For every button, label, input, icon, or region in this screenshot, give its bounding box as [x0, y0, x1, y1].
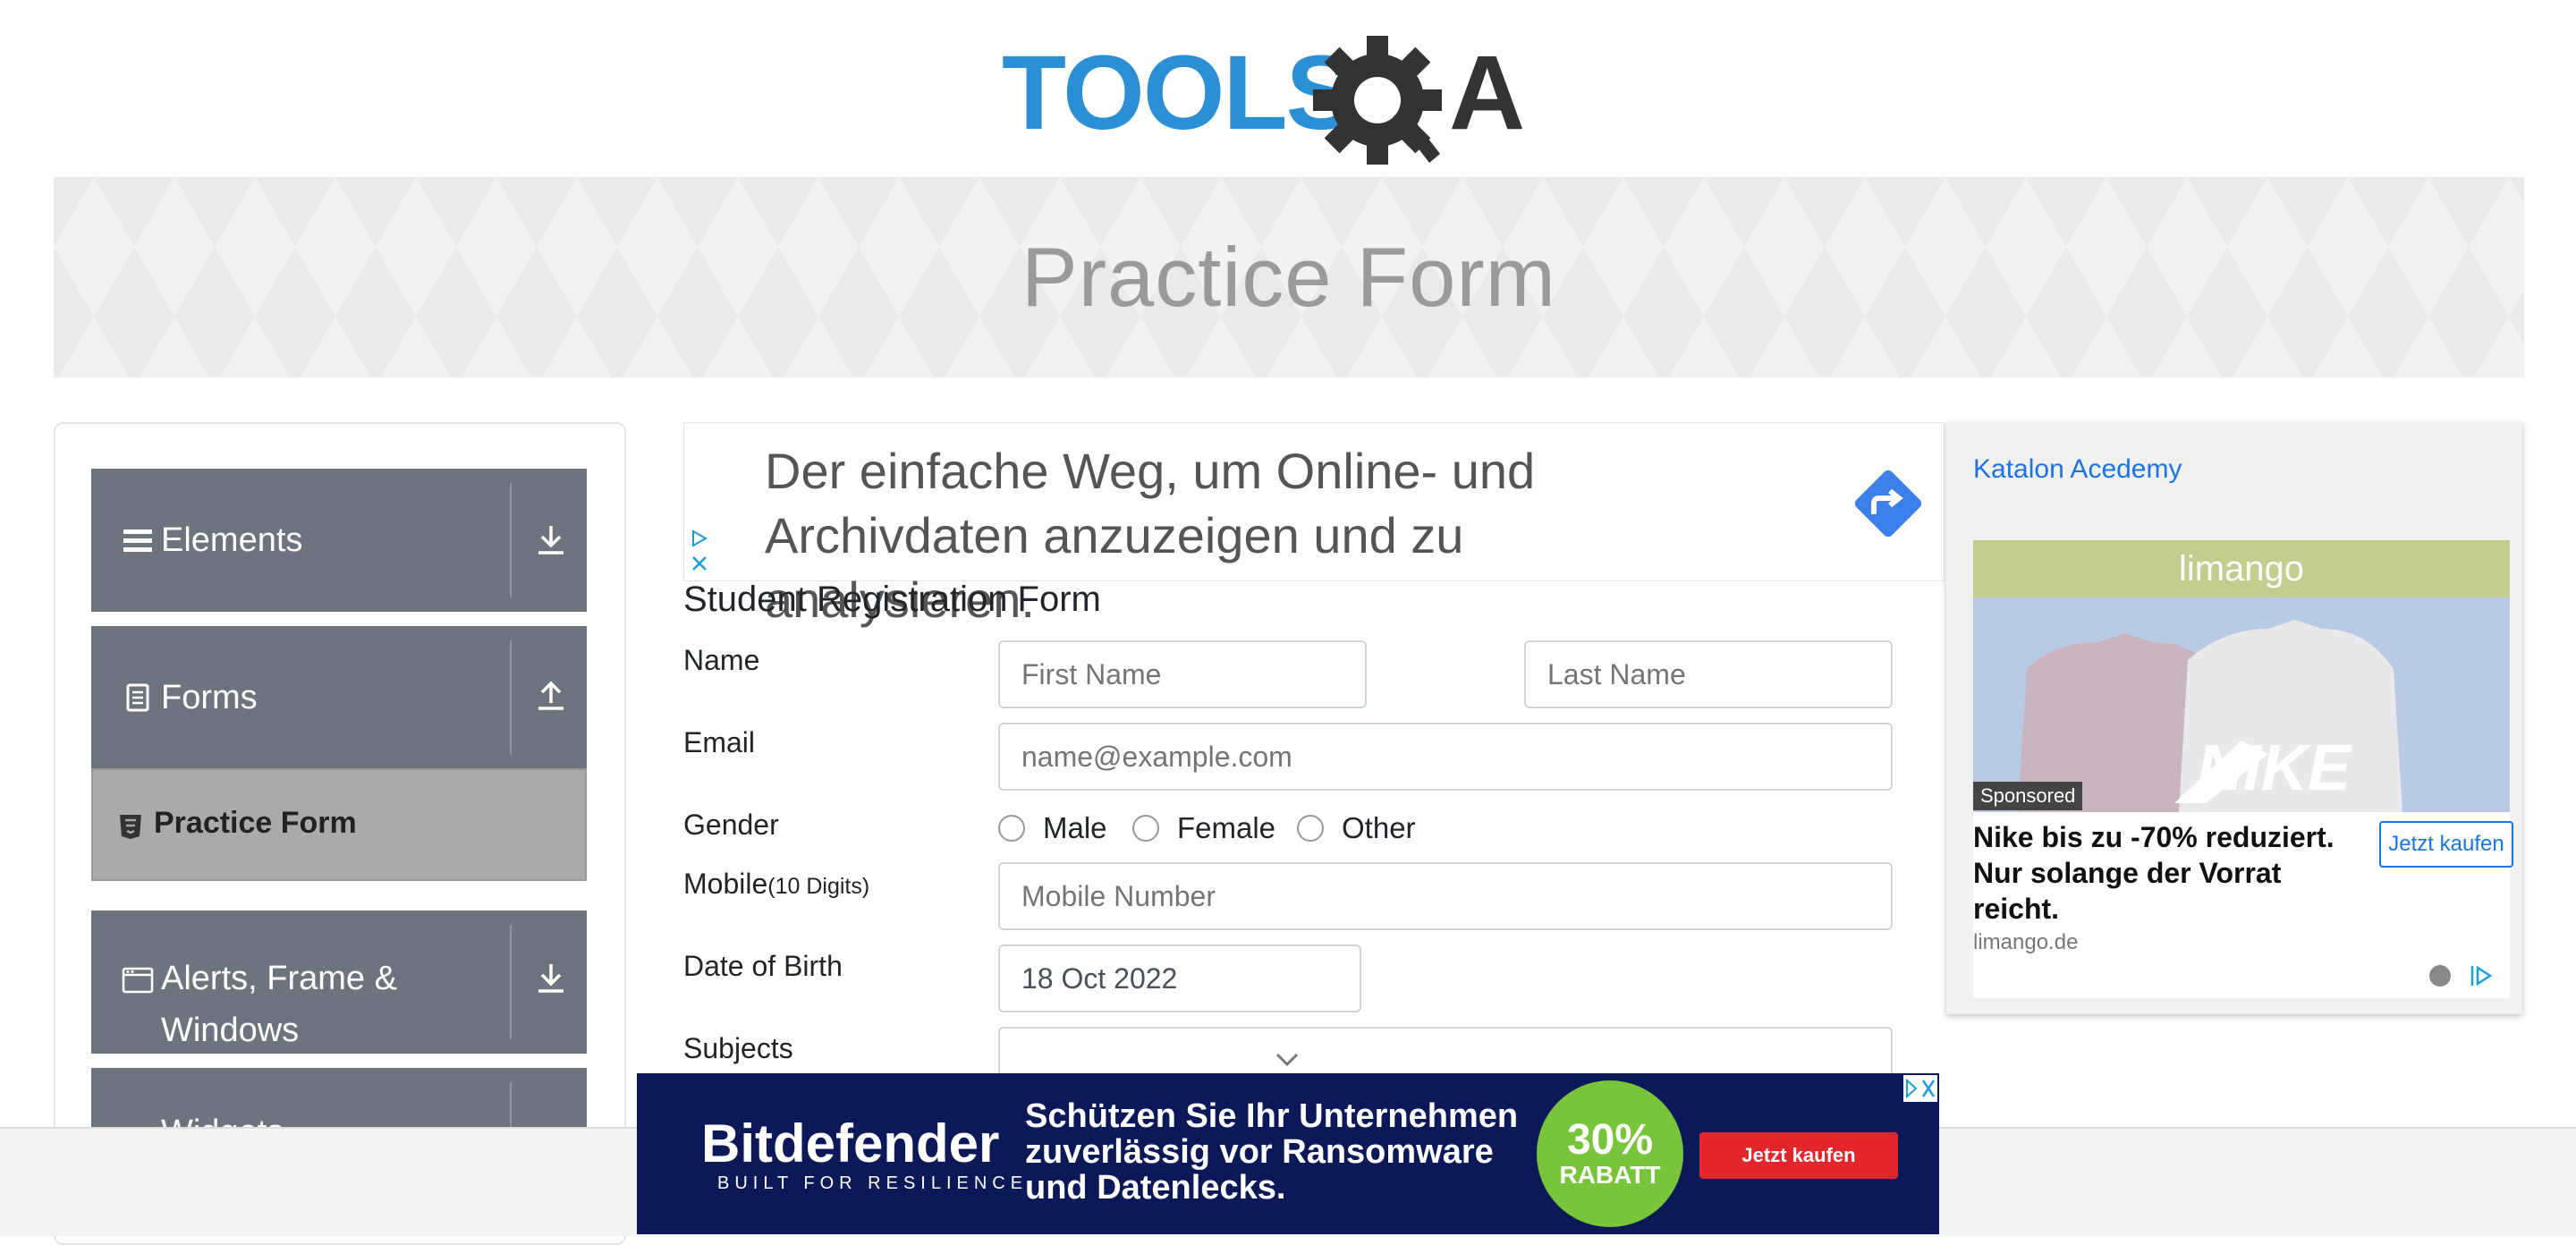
sidebar-item-label: Practice Form [154, 806, 357, 840]
radio-circle[interactable] [998, 815, 1025, 842]
form-title: Student Registration Form [683, 580, 1101, 619]
sidebar-group-label-line2: Windows [161, 1012, 300, 1049]
sidebar-item-practice-form[interactable]: Practice Form [91, 768, 587, 881]
ad-text: Schützen Sie Ihr Unternehmen zuverlässig… [1025, 1097, 1519, 1207]
email-input[interactable] [998, 723, 1893, 791]
ad-tagline: BUILT FOR RESILIENCE [717, 1173, 1029, 1193]
directions-icon[interactable] [1847, 462, 1929, 545]
toolsqa-logo[interactable]: TOOLS A [1002, 25, 1583, 168]
logo-a-text: A [1449, 34, 1525, 152]
ad-banner-bottom[interactable]: Bitdefender BUILT FOR RESILIENCE Schütze… [637, 1073, 1939, 1234]
upload-arrow-icon[interactable] [531, 676, 571, 716]
ad-product-image[interactable]: NIKE [1973, 597, 2510, 812]
close-icon[interactable] [690, 554, 709, 573]
adchoices-icon[interactable] [2428, 962, 2499, 989]
logo-tools-text: TOOLS [1002, 34, 1354, 152]
email-label: Email [683, 726, 756, 758]
mobile-hint: (10 Digits) [767, 874, 870, 899]
ad-sidebar-right[interactable]: Katalon Acedemy limango NIKE Sponsored N… [1946, 422, 2522, 1014]
discount-value: 30% [1566, 1116, 1654, 1164]
ad-broken-image-link[interactable]: Katalon Acedemy [1973, 454, 2182, 485]
discount-label: RABATT [1559, 1161, 1661, 1189]
ad-cta-button[interactable]: Jetzt kaufen [1699, 1132, 1898, 1179]
sidebar-group-label: Elements [161, 521, 303, 559]
ad-brand: limango [2178, 548, 2305, 589]
dob-label: Date of Birth [683, 950, 843, 982]
last-name-input[interactable] [1524, 640, 1893, 708]
adchoices-close-icon[interactable] [1903, 1075, 1937, 1102]
first-name-input[interactable] [998, 640, 1367, 708]
gender-radio-male[interactable]: Male [998, 810, 1107, 846]
gear-icon [1313, 36, 1442, 165]
sponsored-label: Sponsored [1973, 782, 2083, 810]
discount-badge: 30% RABATT [1537, 1080, 1683, 1227]
page-banner: Practice Form [54, 177, 2524, 377]
dob-input[interactable]: 18 Oct 2022 [998, 944, 1361, 1012]
sidebar-group-alerts[interactable]: Alerts, Frame & Windows [91, 910, 587, 1054]
page-title: Practice Form [1021, 230, 1556, 324]
adchoices-icon[interactable] [690, 529, 709, 548]
divider [510, 483, 512, 597]
radio-label: Other [1342, 811, 1416, 844]
html5-icon [120, 815, 141, 839]
download-arrow-icon[interactable] [531, 521, 571, 560]
ad-brand-header: limango [1973, 540, 2510, 597]
sidebar-group-forms[interactable]: Forms [91, 626, 587, 769]
ad-text-panel: Nike bis zu -70% reduziert. Nur solange … [1973, 812, 2513, 998]
subjects-label: Subjects [683, 1032, 793, 1064]
sidebar-group-label: Alerts, Frame & [161, 960, 397, 997]
ad-headline[interactable]: Nike bis zu -70% reduziert. Nur solange … [1973, 819, 2367, 927]
gender-radio-female[interactable]: Female [1132, 810, 1275, 846]
ad-banner-top[interactable]: Der einfache Weg, um Online- und Archivd… [683, 422, 1945, 628]
window-icon [122, 967, 154, 994]
document-icon [126, 683, 149, 712]
ad-domain: limango.de [1973, 930, 2079, 954]
gender-radio-other[interactable]: Other [1297, 810, 1416, 846]
ad-brand: Bitdefender [701, 1114, 1000, 1173]
ad-cta-button[interactable]: Jetzt kaufen [2379, 821, 2513, 868]
divider [510, 640, 512, 755]
name-label: Name [683, 644, 760, 676]
mobile-label: Mobile(10 Digits) [683, 868, 869, 901]
radio-circle[interactable] [1132, 815, 1159, 842]
mobile-input[interactable] [998, 862, 1893, 930]
radio-label: Female [1177, 811, 1276, 844]
menu-icon [123, 529, 152, 552]
chevron-down-icon[interactable] [1274, 1050, 1301, 1068]
gender-label: Gender [683, 809, 779, 841]
mobile-label-text: Mobile [683, 868, 768, 900]
radio-label: Male [1043, 811, 1107, 844]
sidebar-group-elements[interactable]: Elements [91, 469, 587, 612]
sidebar: Elements Forms Practice Form Alerts, Fra… [54, 422, 626, 1245]
download-arrow-icon[interactable] [531, 959, 571, 998]
radio-circle[interactable] [1297, 815, 1324, 842]
divider [510, 925, 512, 1039]
ad-image-text: NIKE [2197, 733, 2351, 804]
sidebar-group-label: Forms [161, 679, 258, 716]
